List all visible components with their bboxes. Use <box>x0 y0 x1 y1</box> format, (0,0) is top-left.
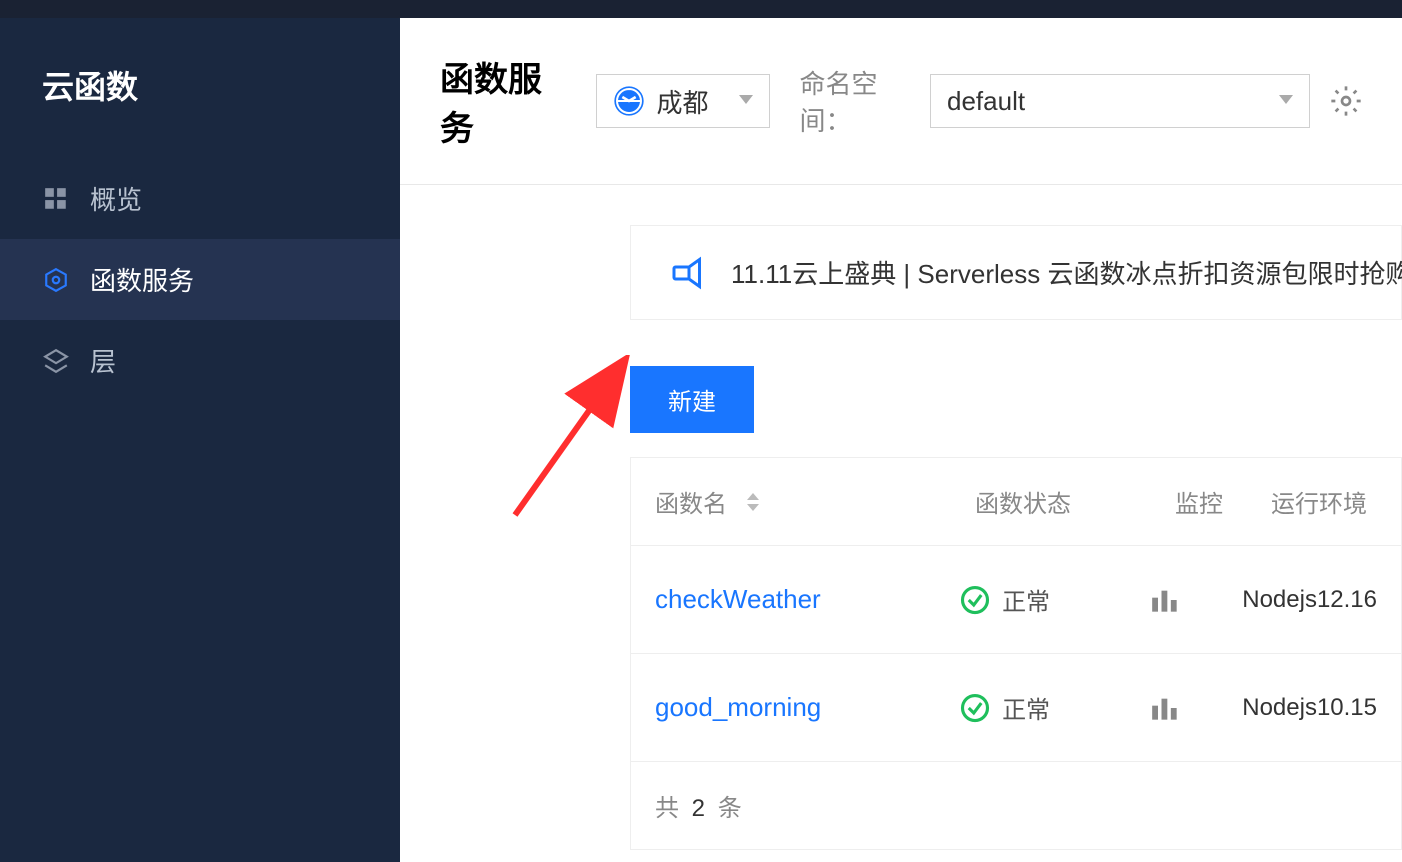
new-button[interactable]: 新建 <box>630 366 754 433</box>
monitor-cell[interactable] <box>1151 588 1243 612</box>
namespace-value: default <box>947 86 1025 117</box>
chevron-down-icon <box>1279 92 1293 110</box>
status-text: 正常 <box>1002 582 1050 617</box>
function-link[interactable]: good_morning <box>655 692 821 723</box>
monitor-cell[interactable] <box>1151 696 1243 720</box>
content-area: 11.11云上盛典 | Serverless 云函数冰点折扣资源包限时抢购1元 … <box>400 185 1402 850</box>
check-circle-icon <box>960 585 990 615</box>
layers-icon <box>42 347 70 375</box>
functions-table: 函数名 函数状态 监控 运行环境 checkWeather <box>630 457 1402 850</box>
arrow-annotation-icon <box>510 355 640 525</box>
sidebar-item-label: 函数服务 <box>90 261 194 298</box>
promo-banner[interactable]: 11.11云上盛典 | Serverless 云函数冰点折扣资源包限时抢购1元 <box>630 225 1402 320</box>
col-header-status: 函数状态 <box>975 484 1175 519</box>
namespace-dropdown[interactable]: default <box>930 74 1310 128</box>
header: 函数服务 成都 命名空间： default <box>400 18 1402 185</box>
sidebar-item-layers[interactable]: 层 <box>0 320 400 401</box>
sort-icon <box>747 493 759 511</box>
col-header-name[interactable]: 函数名 <box>655 484 975 519</box>
env-text: Nodejs12.16 <box>1242 586 1377 613</box>
table-row: checkWeather 正常 Node <box>631 546 1401 654</box>
table-row: good_morning 正常 Node <box>631 654 1401 762</box>
top-bar <box>0 0 1402 18</box>
megaphone-icon <box>671 255 707 291</box>
hexagon-icon <box>42 266 70 294</box>
page-title: 函数服务 <box>440 52 556 150</box>
settings-button[interactable] <box>1330 83 1362 119</box>
dashboard-icon <box>42 185 70 213</box>
sidebar-item-functions[interactable]: 函数服务 <box>0 239 400 320</box>
sidebar-item-overview[interactable]: 概览 <box>0 158 400 239</box>
col-header-env: 运行环境 <box>1271 484 1377 519</box>
chevron-down-icon <box>739 92 753 110</box>
sidebar-item-label: 概览 <box>90 180 142 217</box>
bar-chart-icon <box>1151 588 1179 612</box>
bar-chart-icon <box>1151 696 1179 720</box>
col-header-monitor: 监控 <box>1175 484 1271 519</box>
namespace-label: 命名空间： <box>800 64 910 138</box>
sidebar-title: 云函数 <box>0 18 400 158</box>
main-content: 函数服务 成都 命名空间： default <box>400 18 1402 862</box>
sidebar: 云函数 概览 函数服务 <box>0 18 400 862</box>
status-text: 正常 <box>1002 690 1050 725</box>
env-text: Nodejs10.15 <box>1242 694 1377 721</box>
sidebar-item-label: 层 <box>90 342 116 379</box>
region-value: 成都 <box>657 83 727 120</box>
function-link[interactable]: checkWeather <box>655 584 821 615</box>
table-footer: 共 2 条 <box>631 762 1401 849</box>
banner-text: 11.11云上盛典 | Serverless 云函数冰点折扣资源包限时抢购1元 <box>731 254 1402 291</box>
table-header: 函数名 函数状态 监控 运行环境 <box>631 458 1401 546</box>
check-circle-icon <box>960 693 990 723</box>
gear-icon <box>1330 85 1362 117</box>
region-dropdown[interactable]: 成都 <box>596 74 770 128</box>
globe-icon <box>613 85 645 117</box>
